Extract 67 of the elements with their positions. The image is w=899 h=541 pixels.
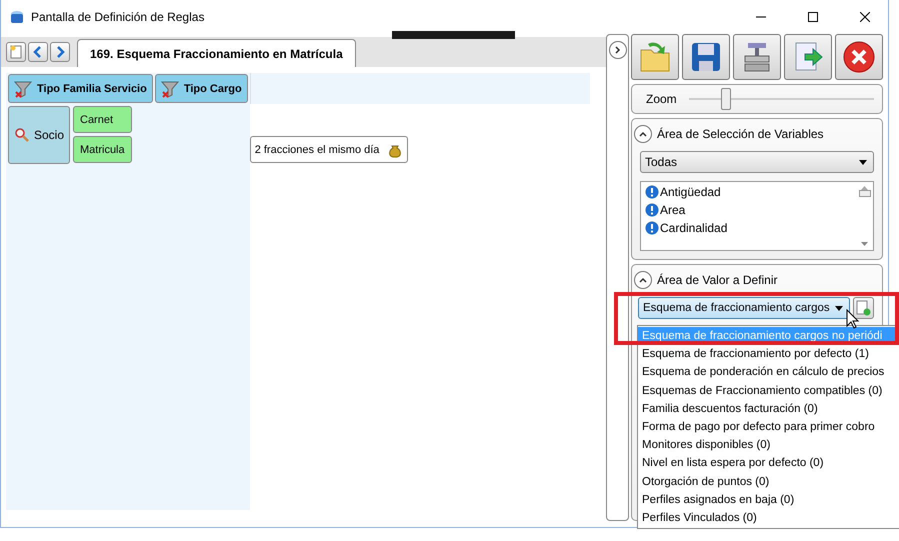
- down-arrow-icon: [861, 242, 868, 246]
- add-button[interactable]: [852, 297, 874, 319]
- collapse-button[interactable]: [634, 125, 652, 143]
- save-button[interactable]: [682, 34, 730, 80]
- dropdown-option[interactable]: Esquemas de Fraccionamiento compatibles (0): [638, 382, 899, 400]
- caret-icon: [834, 306, 843, 310]
- open-button[interactable]: [631, 34, 679, 80]
- tab[interactable]: 169. Esquema Fraccionamiento en Matrícula: [77, 39, 356, 67]
- row-header-label: Socio: [34, 128, 64, 142]
- app-icon: [9, 8, 25, 24]
- dropdown-option[interactable]: Esquema de ponderación en cálculo de precios: [638, 363, 899, 382]
- variable-item[interactable]: Antigüedad: [645, 185, 856, 199]
- scroll-thumb[interactable]: [858, 190, 870, 197]
- column-header[interactable]: Tipo Cargo: [154, 74, 248, 103]
- dropdown-option[interactable]: Monitores disponibles (0): [638, 436, 899, 454]
- compress-button[interactable]: [733, 34, 781, 80]
- next-button[interactable]: [50, 42, 70, 62]
- panel-title: Área de Selección de Variables: [657, 127, 824, 141]
- info-icon: [645, 221, 659, 235]
- collapse-button[interactable]: [634, 271, 652, 289]
- document-icon: [9, 45, 23, 59]
- folder-icon: [638, 40, 672, 74]
- result-text: 2 fracciones el mismo día: [254, 144, 380, 156]
- variable-item[interactable]: Area: [645, 203, 856, 217]
- row-value[interactable]: Matricula: [73, 136, 132, 163]
- info-icon: [645, 185, 659, 199]
- chevron-left-icon: [32, 46, 44, 58]
- value-dropdown[interactable]: Esquema de fraccionamiento cargos: [638, 297, 850, 319]
- dropdown-option[interactable]: Perfiles asignados en baja (0): [638, 490, 899, 509]
- chevron-right-icon: [614, 46, 622, 54]
- row-header[interactable]: Socio: [8, 106, 70, 164]
- zoom-thumb[interactable]: [720, 88, 731, 110]
- up-arrow-icon: [861, 186, 868, 190]
- export-button[interactable]: [784, 34, 832, 80]
- column-header-label: Tipo Familia Servicio: [37, 82, 147, 94]
- dropdown-option[interactable]: Forma de pago por defecto para primer cobro: [638, 418, 899, 436]
- chevron-right-icon: [54, 46, 66, 58]
- result-cell[interactable]: 2 fracciones el mismo día: [250, 136, 408, 163]
- drag-handle[interactable]: [392, 31, 515, 39]
- maximize-icon: [808, 12, 818, 22]
- panel-title: Área de Valor a Definir: [657, 273, 778, 287]
- close-button[interactable]: [835, 34, 883, 80]
- magnifier-icon: [14, 127, 30, 143]
- chevron-up-icon: [639, 130, 647, 138]
- expand-button[interactable]: [608, 41, 626, 59]
- dropdown-option[interactable]: Familia descuentos facturación (0): [638, 400, 899, 418]
- zoom-label: Zoom: [646, 92, 677, 106]
- add-document-icon: [855, 300, 872, 316]
- column-header[interactable]: Tipo Familia Servicio: [8, 74, 153, 103]
- window-title: Pantalla de Definición de Reglas: [31, 10, 206, 24]
- dropdown-option[interactable]: Nivel en lista espera por defecto (0): [638, 454, 899, 472]
- new-tab-button[interactable]: [6, 42, 26, 62]
- previous-button[interactable]: [28, 42, 48, 62]
- close-icon: [842, 40, 876, 74]
- caret-icon: [859, 160, 867, 164]
- dropdown-option[interactable]: Perfiles Vinculados (0): [638, 508, 899, 528]
- row-value[interactable]: Carnet: [73, 106, 132, 133]
- funnel-icon: [14, 80, 32, 98]
- column-header-label: Tipo Cargo: [184, 82, 242, 94]
- filter-dropdown[interactable]: Todas: [640, 151, 874, 173]
- variable-item[interactable]: Cardinalidad: [645, 221, 856, 235]
- info-icon: [645, 203, 659, 217]
- funnel-icon: [160, 80, 179, 98]
- close-icon: [860, 12, 870, 22]
- dropdown-option[interactable]: Otorgación de puntos (0): [638, 472, 899, 491]
- chevron-up-icon: [639, 276, 647, 284]
- dropdown-option[interactable]: Esquema de fraccionamiento por defecto (1): [638, 345, 899, 364]
